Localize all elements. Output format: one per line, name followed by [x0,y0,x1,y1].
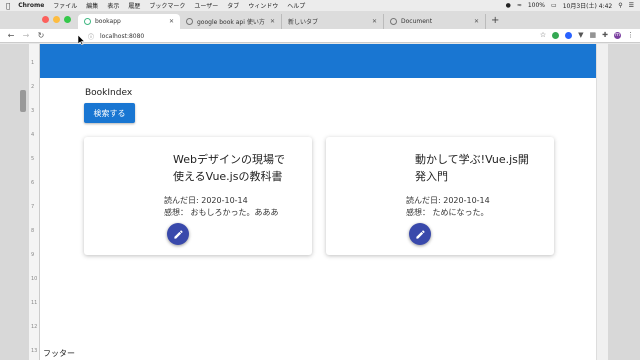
browser-toolbar: ← → ↻ ⓘ localhost:8080 ☆ ▼ ▦ ✚ m ⋮ [0,29,640,43]
tab-google-search[interactable]: google book api 使い方 - Google ✕ [180,14,282,29]
menu-item-help[interactable]: ヘルプ [287,1,305,10]
apple-icon[interactable]:  [6,2,10,10]
book-card: 動かして学ぶ!Vue.js開発入門 読んだ日: 2020-10-14 感想： た… [326,137,554,255]
close-icon[interactable]: ✕ [372,18,377,25]
ruler-number: 5 [31,156,35,162]
book-title: Webデザインの現場で使えるVue.jsの教科書 [173,153,285,183]
globe-icon [390,18,397,25]
page-title: BookIndex [85,88,133,98]
minimize-window-button[interactable] [53,16,60,23]
extension-blue-icon[interactable] [565,31,573,39]
back-arrow-icon[interactable]: ← [7,31,15,40]
left-gutter [0,44,29,360]
ruler-number: 4 [31,132,35,138]
tab-new-tab[interactable]: 新しいタブ ✕ [282,14,384,29]
control-center-icon[interactable]: ☰ [629,2,634,9]
book-read-date: 読んだ日: 2020-10-14 [164,196,248,205]
book-impression: 感想： ためになった。 [406,208,489,217]
menu-item-history[interactable]: 履歴 [128,1,140,10]
menu-item-edit[interactable]: 編集 [86,1,98,10]
scroll-marker [20,90,26,112]
menu-item-user[interactable]: ユーザー [194,1,218,10]
tab-label: bookapp [95,18,121,25]
line-number-ruler: 1 2 3 4 5 6 7 8 9 10 11 12 13 [29,44,40,360]
ruler-number: 11 [31,300,38,306]
tab-document[interactable]: Document ✕ [384,14,486,29]
battery-percent: 100% [527,2,546,9]
menu-item-view[interactable]: 表示 [107,1,119,10]
book-read-date: 読んだ日: 2020-10-14 [406,196,490,205]
window-controls [42,16,71,23]
close-icon[interactable]: ✕ [270,18,275,25]
menu-item-bookmarks[interactable]: ブックマーク [149,1,185,10]
page-footer: フッター [43,349,75,358]
camera-icon[interactable]: ● [506,2,511,9]
url-text[interactable]: localhost:8080 [100,33,144,40]
page-scrollbar[interactable] [596,44,608,360]
bookmark-star-icon[interactable]: ☆ [540,31,546,39]
zoom-window-button[interactable] [64,16,71,23]
search-icon[interactable]: ⚲ [618,2,622,9]
mouse-cursor-icon [78,35,85,45]
pencil-icon [173,229,183,239]
tab-strip: bookapp ✕ google book api 使い方 - Google ✕… [0,11,640,29]
menu-item-file[interactable]: ファイル [53,1,77,10]
menu-item-tab[interactable]: タブ [227,1,239,10]
close-icon[interactable]: ✕ [169,18,174,25]
ruler-number: 12 [31,324,38,330]
clock[interactable]: 10月3日(土) 4:42 [563,1,613,10]
extension-evernote-icon[interactable] [552,31,560,39]
macos-menubar:  Chrome ファイル 編集 表示 履歴 ブックマーク ユーザー タブ ウィ… [0,0,640,11]
menu-app-name[interactable]: Chrome [18,2,44,9]
book-title: 動かして学ぶ!Vue.js開発入門 [415,153,529,183]
tab-label: Document [401,18,433,25]
tab-label: google book api 使い方 - Google [197,19,266,26]
more-menu-icon[interactable]: ⋮ [627,31,634,39]
tab-bookapp[interactable]: bookapp ✕ [78,14,180,29]
right-gutter [608,44,640,360]
close-window-button[interactable] [42,16,49,23]
toolbar-actions: ☆ ▼ ▦ ✚ m ⋮ [540,31,634,39]
extension-grid-icon[interactable]: ▦ [590,31,597,39]
google-favicon-icon [186,18,193,25]
ruler-number: 1 [31,60,35,66]
pencil-icon [415,229,425,239]
web-page: BookIndex 検索する Webデザインの現場で使えるVue.jsの教科書 … [40,44,596,360]
address-bar[interactable]: ⓘ localhost:8080 [88,31,508,41]
wifi-icon[interactable]: ≈ [517,2,522,9]
ruler-number: 8 [31,228,35,234]
forward-arrow-icon[interactable]: → [22,31,30,40]
tab-label: 新しいタブ [288,19,319,26]
info-icon[interactable]: ⓘ [88,32,94,41]
ruler-number: 13 [31,348,38,354]
profile-avatar[interactable]: m [614,31,621,39]
extensions-puzzle-icon[interactable]: ✚ [602,31,608,39]
edit-button[interactable] [409,223,431,245]
menu-item-window[interactable]: ウィンドウ [248,1,278,10]
new-tab-button[interactable]: + [491,15,499,26]
ruler-number: 3 [31,108,35,114]
ruler-number: 6 [31,180,35,186]
reload-icon[interactable]: ↻ [37,31,45,40]
ruler-number: 10 [31,276,38,282]
extension-filter-icon[interactable]: ▼ [578,31,583,39]
status-area: ● ≈ 100% ▭ 10月3日(土) 4:42 ⚲ ☰ [506,1,634,10]
book-impression: 感想： おもしろかった。あああ [164,208,279,217]
close-icon[interactable]: ✕ [474,18,479,25]
book-card: Webデザインの現場で使えるVue.jsの教科書 読んだ日: 2020-10-1… [84,137,312,255]
ruler-number: 9 [31,252,35,258]
battery-icon[interactable]: ▭ [551,2,557,9]
edit-button[interactable] [167,223,189,245]
search-button[interactable]: 検索する [84,103,135,123]
vue-favicon-icon [84,18,91,25]
ruler-number: 7 [31,204,35,210]
ruler-number: 2 [31,84,35,90]
app-bar [40,44,596,78]
